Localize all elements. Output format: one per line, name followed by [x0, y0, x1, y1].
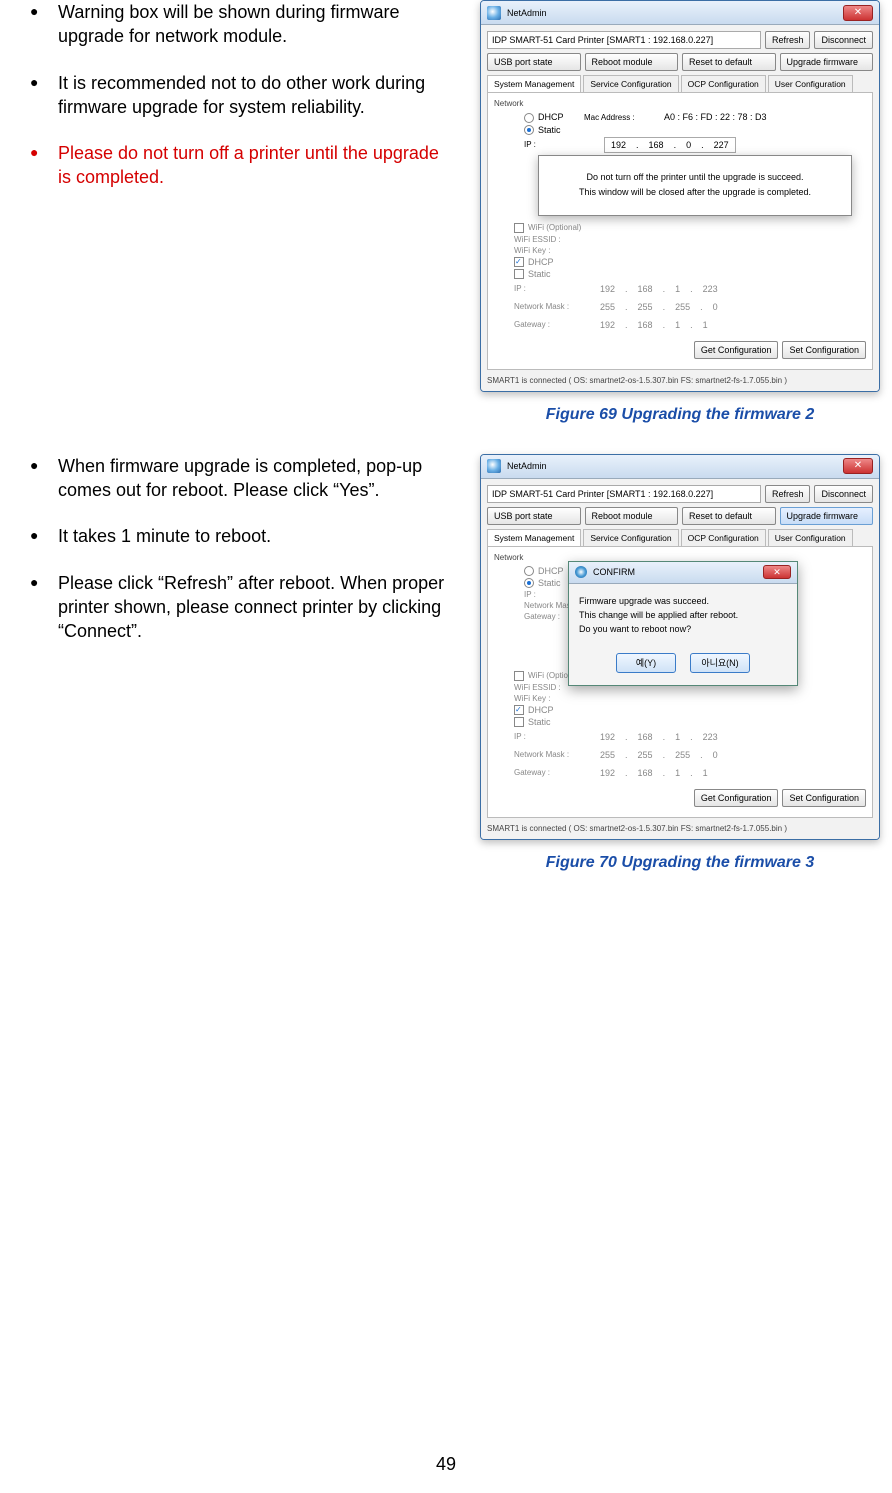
dhcp-label: DHCP: [538, 112, 564, 122]
yes-button[interactable]: 예(Y): [616, 653, 676, 673]
wifi-checkbox[interactable]: [514, 223, 524, 233]
figure-caption-69: Figure 69 Upgrading the firmware 2: [546, 406, 815, 424]
usb-port-button[interactable]: USB port state: [487, 53, 581, 71]
dhcp2-checkbox[interactable]: [514, 705, 524, 715]
refresh-button[interactable]: Refresh: [765, 31, 811, 49]
status-bar: SMART1 is connected ( OS: smartnet2-os-1…: [487, 376, 873, 385]
reset-button[interactable]: Reset to default: [682, 507, 776, 525]
mac-label: Mac Address :: [584, 113, 664, 122]
ip-label: IP :: [524, 140, 604, 149]
figure-caption-70: Figure 70 Upgrading the firmware 3: [546, 854, 815, 872]
set-config-button[interactable]: Set Configuration: [782, 341, 866, 359]
upgrade-button[interactable]: Upgrade firmware: [780, 53, 874, 71]
tab-user[interactable]: User Configuration: [768, 75, 853, 92]
info-icon: [575, 566, 587, 578]
bullet-item: It is recommended not to do other work d…: [30, 71, 450, 120]
confirm-line1: Firmware upgrade was succeed.: [579, 594, 787, 608]
tab-system[interactable]: System Management: [487, 529, 581, 546]
tab-ocp[interactable]: OCP Configuration: [681, 529, 766, 546]
mac-value: A0 : F6 : FD : 22 : 78 : D3: [664, 112, 767, 122]
dhcp2-checkbox[interactable]: [514, 257, 524, 267]
confirm-dialog: CONFIRM ✕ Firmware upgrade was succeed. …: [568, 561, 798, 686]
gw2-label: Gateway :: [514, 768, 594, 777]
static-radio[interactable]: [524, 578, 534, 588]
dhcp2-label: DHCP: [528, 705, 554, 715]
bullet-item-warning: Please do not turn off a printer until t…: [30, 141, 450, 190]
gw2-field: 192.168.1.1: [594, 765, 714, 781]
overlay-line1: Do not turn off the printer until the up…: [549, 170, 841, 185]
static-radio[interactable]: [524, 125, 534, 135]
reset-button[interactable]: Reset to default: [682, 53, 776, 71]
window-title: NetAdmin: [507, 461, 547, 471]
tab-system[interactable]: System Management: [487, 75, 581, 92]
get-config-button[interactable]: Get Configuration: [694, 789, 779, 807]
confirm-line3: Do you want to reboot now?: [579, 622, 787, 636]
close-icon[interactable]: ✕: [763, 565, 791, 579]
app-icon: [487, 459, 501, 473]
tab-user[interactable]: User Configuration: [768, 529, 853, 546]
dhcp-radio[interactable]: [524, 113, 534, 123]
tab-ocp[interactable]: OCP Configuration: [681, 75, 766, 92]
disconnect-button[interactable]: Disconnect: [814, 485, 873, 503]
page-number: 49: [0, 1454, 892, 1475]
upgrade-warning-overlay: Do not turn off the printer until the up…: [538, 155, 852, 216]
window-title: NetAdmin: [507, 8, 547, 18]
static2-checkbox[interactable]: [514, 269, 524, 279]
dhcp-radio[interactable]: [524, 566, 534, 576]
device-combo[interactable]: IDP SMART-51 Card Printer [SMART1 : 192.…: [487, 31, 761, 49]
ip-field[interactable]: 192.168.0.227: [604, 137, 736, 153]
static2-checkbox[interactable]: [514, 717, 524, 727]
static2-label: Static: [528, 269, 551, 279]
set-config-button[interactable]: Set Configuration: [782, 789, 866, 807]
ip2-field: 192.168.1.223: [594, 729, 724, 745]
wifi-checkbox[interactable]: [514, 671, 524, 681]
app-icon: [487, 6, 501, 20]
confirm-line2: This change will be applied after reboot…: [579, 608, 787, 622]
reboot-button[interactable]: Reboot module: [585, 53, 679, 71]
wifi-key-label: WiFi Key :: [514, 246, 594, 255]
confirm-title: CONFIRM: [593, 567, 635, 577]
bullet-item: When firmware upgrade is completed, pop-…: [30, 454, 450, 503]
wifi-essid-label: WiFi ESSID :: [514, 235, 594, 244]
usb-port-button[interactable]: USB port state: [487, 507, 581, 525]
ip2-field: 192.168.1.223: [594, 281, 724, 297]
ip2-label: IP :: [514, 284, 594, 293]
bullet-item: Please click “Refresh” after reboot. Whe…: [30, 571, 450, 644]
mask2-label: Network Mask :: [514, 750, 594, 759]
upgrade-button[interactable]: Upgrade firmware: [780, 507, 874, 525]
reboot-button[interactable]: Reboot module: [585, 507, 679, 525]
device-combo[interactable]: IDP SMART-51 Card Printer [SMART1 : 192.…: [487, 485, 761, 503]
close-icon[interactable]: ✕: [843, 5, 873, 21]
netadmin-window-2: NetAdmin ✕ IDP SMART-51 Card Printer [SM…: [480, 454, 880, 840]
refresh-button[interactable]: Refresh: [765, 485, 811, 503]
get-config-button[interactable]: Get Configuration: [694, 341, 779, 359]
static2-label: Static: [528, 717, 551, 727]
static-label: Static: [538, 578, 561, 588]
wifi-key-label: WiFi Key :: [514, 694, 594, 703]
close-icon[interactable]: ✕: [843, 458, 873, 474]
network-group-label: Network: [494, 99, 866, 108]
bullet-item: It takes 1 minute to reboot.: [30, 524, 450, 548]
no-button[interactable]: 아니요(N): [690, 653, 750, 673]
gw2-label: Gateway :: [514, 320, 594, 329]
netadmin-window-1: NetAdmin ✕ IDP SMART-51 Card Printer [SM…: [480, 0, 880, 392]
tab-service[interactable]: Service Configuration: [583, 529, 678, 546]
status-bar: SMART1 is connected ( OS: smartnet2-os-1…: [487, 824, 873, 833]
overlay-line2: This window will be closed after the upg…: [549, 185, 841, 200]
mask2-label: Network Mask :: [514, 302, 594, 311]
dhcp2-label: DHCP: [528, 257, 554, 267]
ip2-label: IP :: [514, 732, 594, 741]
wifi-label: WiFi (Optional): [528, 223, 581, 232]
bullet-item: Warning box will be shown during firmwar…: [30, 0, 450, 49]
static-label: Static: [538, 125, 561, 135]
mask2-field: 255.255.255.0: [594, 747, 724, 763]
disconnect-button[interactable]: Disconnect: [814, 31, 873, 49]
tab-service[interactable]: Service Configuration: [583, 75, 678, 92]
mask2-field: 255.255.255.0: [594, 299, 724, 315]
gw2-field: 192.168.1.1: [594, 317, 714, 333]
dhcp-label: DHCP: [538, 566, 564, 576]
